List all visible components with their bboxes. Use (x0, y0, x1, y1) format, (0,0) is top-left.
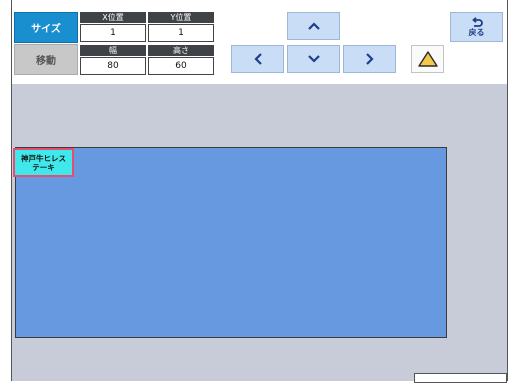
height-label: 高さ (148, 45, 214, 56)
menu-item-box[interactable]: 神戸牛ヒレス テーキ (13, 148, 74, 177)
y-position-field[interactable]: 1 (148, 24, 214, 42)
right-button[interactable] (343, 45, 396, 73)
x-position-field[interactable]: 1 (80, 24, 146, 42)
width-label: 幅 (80, 45, 146, 56)
menu-item-label-line-1: 神戸牛ヒレス (21, 153, 66, 163)
back-label: 戻る (468, 28, 485, 37)
chevron-up-icon (307, 22, 320, 30)
chevron-right-icon (365, 53, 374, 65)
chevron-down-icon (307, 55, 320, 63)
down-button[interactable] (287, 45, 340, 73)
size-mode-button[interactable]: サイズ (14, 12, 78, 43)
move-mode-button[interactable]: 移動 (14, 44, 78, 75)
menu-item-label-line-2: テーキ (32, 162, 55, 172)
height-field[interactable]: 60 (148, 57, 214, 75)
up-button[interactable] (287, 12, 340, 40)
width-field[interactable]: 80 (80, 57, 146, 75)
chevron-left-icon (253, 53, 262, 65)
x-position-label: X位置 (80, 12, 146, 23)
y-position-label: Y位置 (148, 12, 214, 23)
layout-canvas[interactable] (15, 147, 447, 338)
warning-icon (417, 51, 438, 67)
return-arrow-icon (471, 17, 483, 27)
bottom-tab[interactable] (414, 373, 507, 383)
left-button[interactable] (231, 45, 284, 73)
back-button[interactable]: 戻る (450, 12, 503, 42)
warning-button[interactable] (411, 45, 444, 73)
